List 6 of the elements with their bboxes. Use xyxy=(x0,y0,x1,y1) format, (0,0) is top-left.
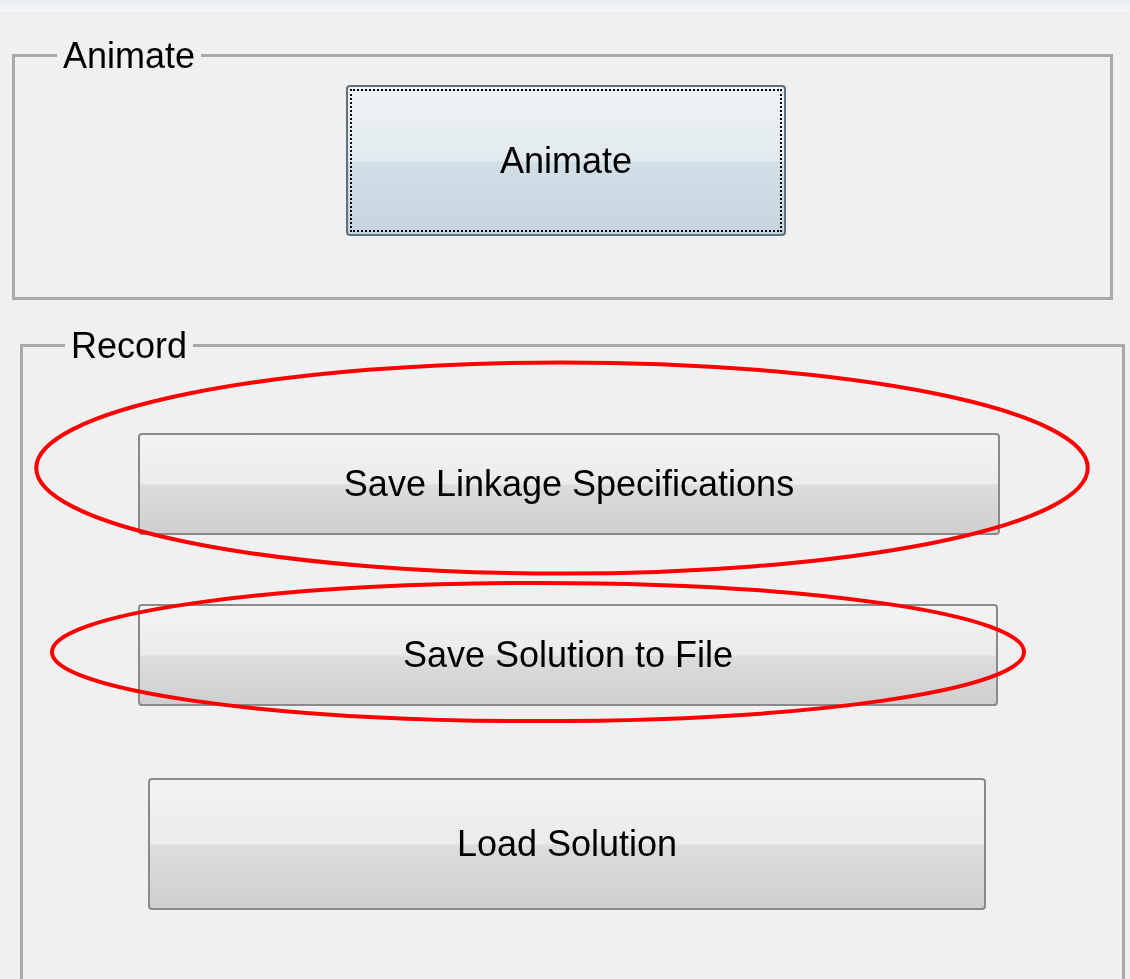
action-button[interactable]: Save Solution to File xyxy=(138,604,998,706)
action-button[interactable]: Animate xyxy=(346,85,786,236)
group-title: Animate xyxy=(62,35,197,76)
action-button[interactable]: Save Linkage Specifications xyxy=(138,433,1000,535)
group-title: Record xyxy=(70,325,189,366)
action-button[interactable]: Load Solution xyxy=(148,778,986,910)
